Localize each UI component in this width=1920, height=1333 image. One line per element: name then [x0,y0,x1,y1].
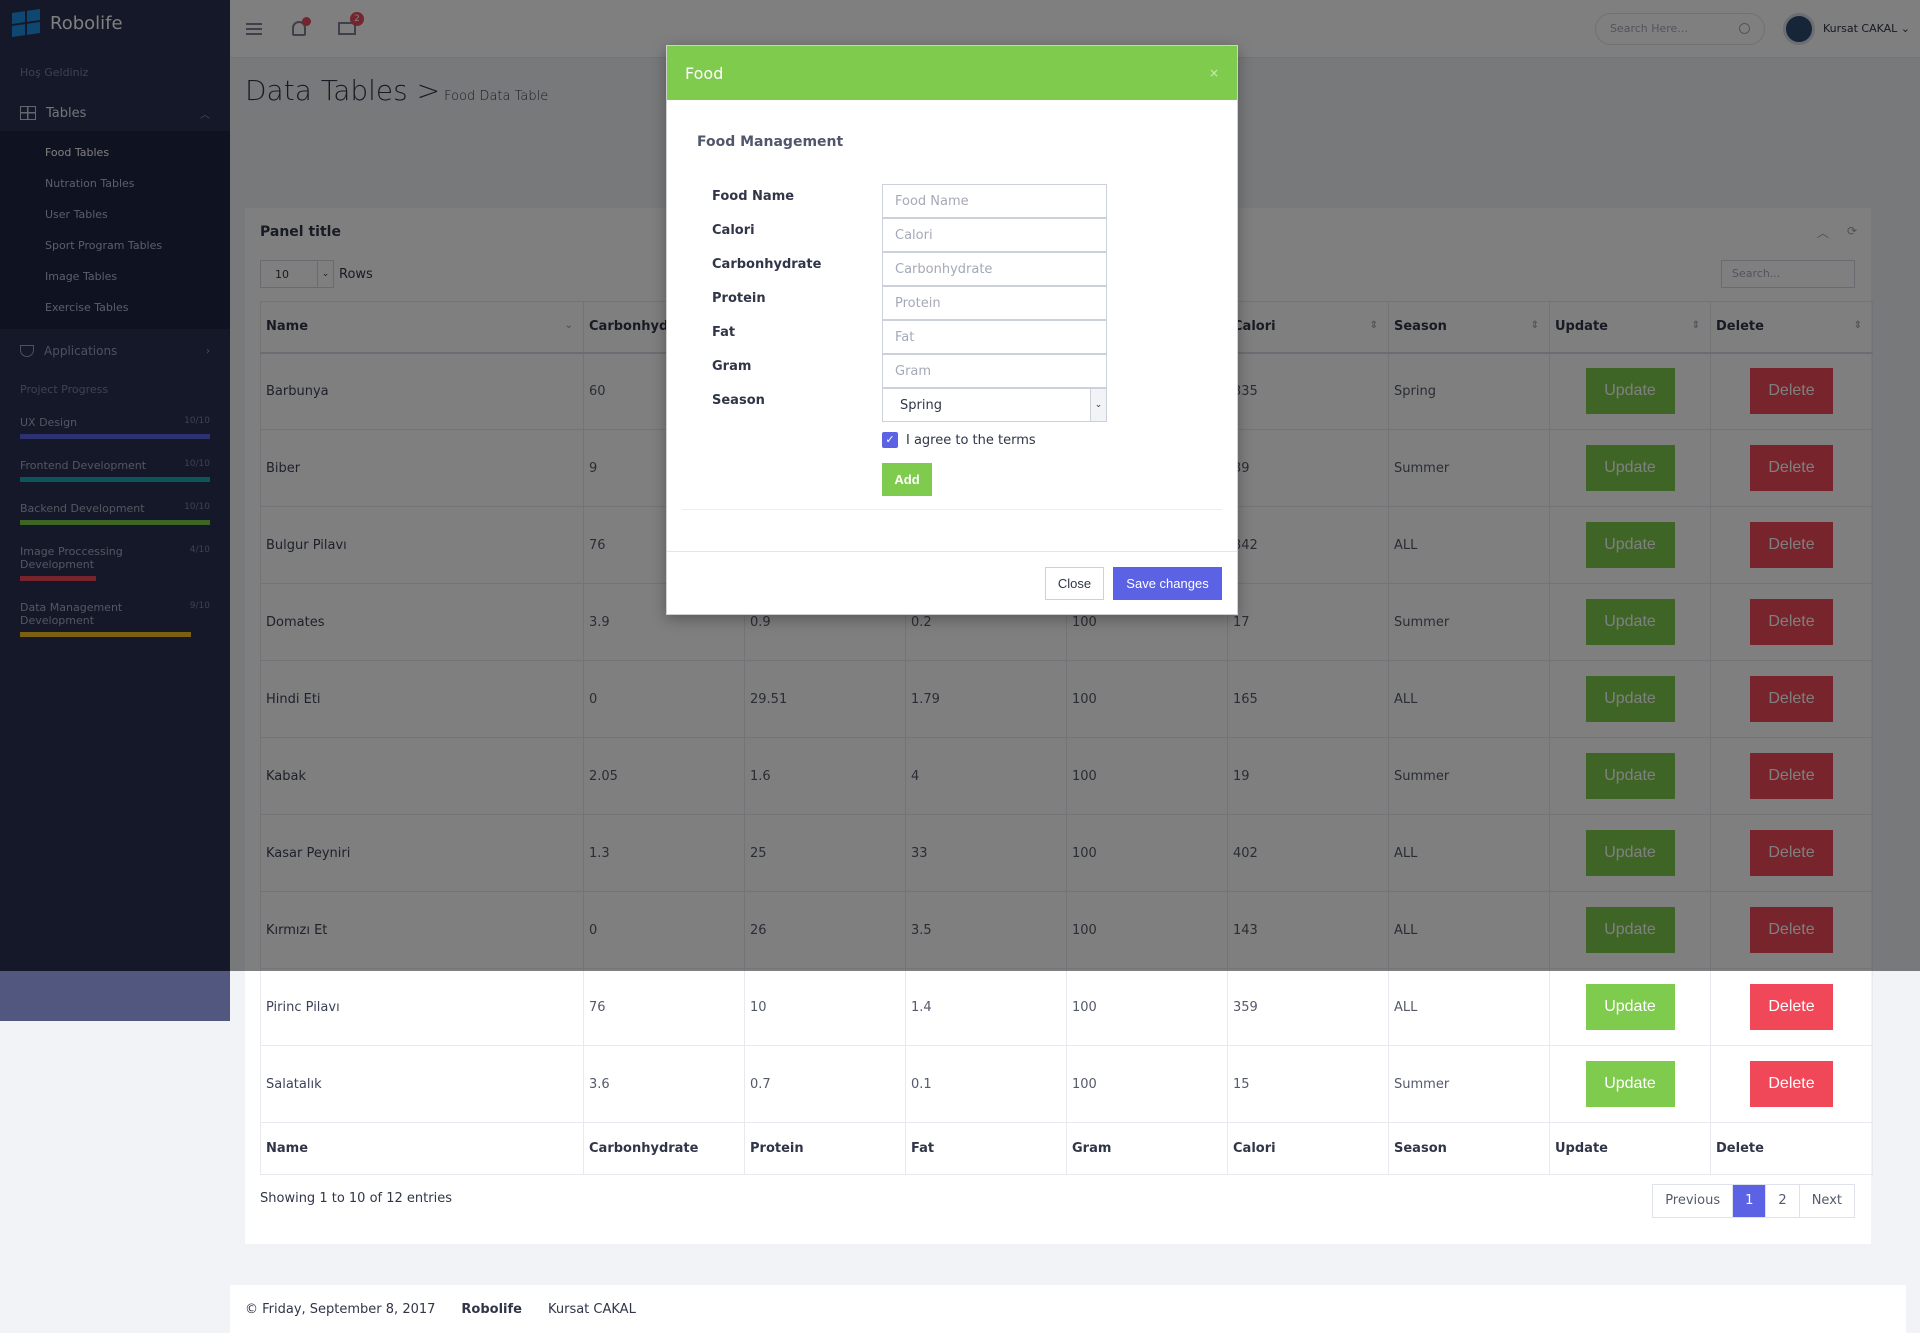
close-button[interactable]: Close [1045,567,1104,600]
delete-button[interactable]: Delete [1750,1061,1833,1107]
food-name-label: Food Name [712,189,795,204]
table-info: Showing 1 to 10 of 12 entries [260,1191,452,1206]
food-form: Food Name Calori Carbonhydrate Protein F… [712,184,1107,422]
column-footer-name: Name [260,1122,584,1175]
modal-subtitle: Food Management [697,134,844,150]
chevron-down-icon: ⌄ [1090,389,1106,421]
update-button[interactable]: Update [1585,984,1675,1030]
pager-page-1[interactable]: 1 [1732,1185,1766,1217]
calori-label: Calori [712,223,755,238]
form-row-fat: Fat [712,320,1107,354]
cell-fat: 1.4 [905,968,1067,1046]
cell-name: Salatalık [260,1045,584,1123]
cell-update: Update [1549,1045,1711,1123]
form-row-season: Season Spring ⌄ [712,388,1107,422]
close-icon[interactable]: × [1209,66,1219,80]
table-row: Salatalık 3.6 0.7 0.1 100 15 Summer Update Delet… [260,1045,1873,1123]
form-row-food-name: Food Name [712,184,1107,218]
agree-terms-label: I agree to the terms [906,432,1036,448]
table-row: Pirinc Pilavı 76 10 1.4 100 359 ALL Update Delet… [260,968,1873,1046]
food-modal: Food × Food Management Food Name Calori … [666,45,1238,615]
column-footer-carbonhydrate: Carbonhydrate [583,1122,745,1175]
cell-season: ALL [1388,968,1550,1046]
column-footer-fat: Fat [905,1122,1067,1175]
protein-label: Protein [712,291,766,306]
protein-field[interactable] [882,286,1107,320]
cell-fat: 0.1 [905,1045,1067,1123]
form-row-calori: Calori [712,218,1107,252]
season-label: Season [712,393,765,408]
pagination: Previous 1 2 Next [1652,1184,1855,1218]
modal-title: Food [685,63,724,83]
cell-gram: 100 [1066,1045,1228,1123]
save-changes-button[interactable]: Save changes [1113,567,1222,600]
sidebar-tail [0,971,230,1021]
cell-name: Pirinc Pilavı [260,968,584,1046]
column-footer-season: Season [1388,1122,1550,1175]
form-row-gram: Gram [712,354,1107,388]
modal-header: Food × [667,46,1237,100]
season-select[interactable]: Spring ⌄ [882,388,1107,422]
cell-delete: Delete [1710,968,1873,1046]
cell-carbonhydrate: 76 [583,968,745,1046]
column-footer-delete: Delete [1710,1122,1873,1175]
pager-page-2[interactable]: 2 [1765,1185,1798,1217]
gram-field[interactable] [882,354,1107,388]
gram-label: Gram [712,359,752,374]
column-footer-update: Update [1549,1122,1711,1175]
fat-field[interactable] [882,320,1107,354]
cell-update: Update [1549,968,1711,1046]
pager-previous[interactable]: Previous [1653,1185,1732,1217]
cell-calori: 359 [1227,968,1389,1046]
footer-author: Kursat CAKAL [547,1301,636,1317]
footer: © Friday, September 8, 2017 Robolife Kur… [230,1285,1906,1333]
carbonhydrate-label: Carbonhydrate [712,257,822,272]
column-footer-calori: Calori [1227,1122,1389,1175]
cell-season: Summer [1388,1045,1550,1123]
checkmark-icon: ✓ [882,432,898,448]
food-name-field[interactable] [882,184,1107,218]
cell-protein: 10 [744,968,906,1046]
column-footer-protein: Protein [744,1122,906,1175]
table-footer-row: Name Carbonhydrate Protein Fat Gram Calori Sea… [260,1122,1873,1175]
delete-button[interactable]: Delete [1750,984,1833,1030]
cell-gram: 100 [1066,968,1228,1046]
calori-field[interactable] [882,218,1107,252]
cell-delete: Delete [1710,1045,1873,1123]
agree-terms-checkbox[interactable]: ✓ I agree to the terms [882,432,1036,448]
cell-calori: 15 [1227,1045,1389,1123]
modal-footer-divider [667,551,1237,552]
season-select-value: Spring [900,397,942,413]
update-button[interactable]: Update [1585,1061,1675,1107]
carbonhydrate-field[interactable] [882,252,1107,286]
pager-next[interactable]: Next [1798,1185,1854,1217]
cell-protein: 0.7 [744,1045,906,1123]
modal-divider [682,509,1222,510]
form-row-carbonhydrate: Carbonhydrate [712,252,1107,286]
form-row-protein: Protein [712,286,1107,320]
cell-carbonhydrate: 3.6 [583,1045,745,1123]
footer-date: © Friday, September 8, 2017 [245,1301,436,1317]
add-button[interactable]: Add [882,463,932,496]
fat-label: Fat [712,325,736,340]
column-footer-gram: Gram [1066,1122,1228,1175]
footer-brand: Robolife [461,1301,522,1317]
